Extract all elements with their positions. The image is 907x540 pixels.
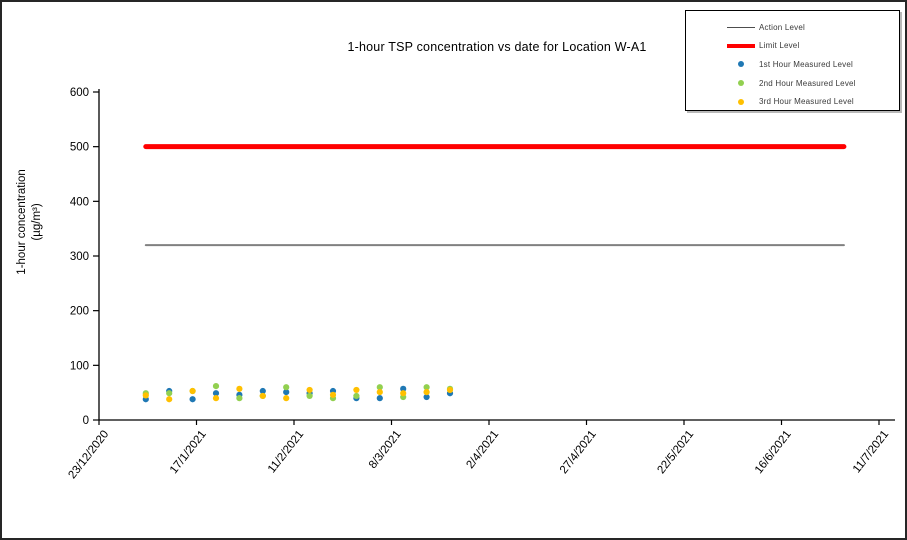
data-point-3rd-hour-measured-level — [213, 395, 219, 401]
legend: Action Level Limit Level 1st Hour Measured… — [685, 10, 900, 111]
x-tick-label: 22/5/2021 — [655, 428, 696, 476]
legend-item-1st-hour-measured-level: 1st Hour Measured Level — [686, 55, 899, 74]
y-axis-title-units: (µg/m³) — [30, 137, 45, 307]
data-point-2nd-hour-measured-level — [213, 383, 219, 389]
x-tick-label: 23/12/2020 — [66, 428, 111, 481]
3rd-hour-measured-level-dot-icon — [738, 99, 744, 105]
data-point-3rd-hour-measured-level — [190, 388, 196, 394]
data-point-3rd-hour-measured-level — [166, 396, 172, 402]
y-tick-label: 500 — [70, 142, 89, 154]
data-point-3rd-hour-measured-level — [260, 393, 266, 399]
data-point-2nd-hour-measured-level — [166, 390, 172, 396]
legend-label: 1st Hour Measured Level — [759, 60, 853, 69]
data-point-3rd-hour-measured-level — [353, 387, 359, 393]
limit-level-line-icon — [727, 44, 755, 48]
1st-hour-measured-level-swatch-icon — [726, 61, 756, 67]
x-tick-label: 16/6/2021 — [753, 428, 794, 476]
data-point-1st-hour-measured-level — [377, 395, 383, 401]
1st-hour-measured-level-dot-icon — [738, 61, 744, 67]
action-level-line-icon — [727, 27, 755, 28]
data-point-3rd-hour-measured-level — [400, 390, 406, 396]
3rd-hour-measured-level-swatch-icon — [726, 99, 756, 105]
legend-item-3rd-hour-measured-level: 3rd Hour Measured Level — [686, 92, 899, 111]
data-point-2nd-hour-measured-level — [307, 393, 313, 399]
legend-item-2nd-hour-measured-level: 2nd Hour Measured Level — [686, 74, 899, 93]
data-point-3rd-hour-measured-level — [424, 389, 430, 395]
limit-level-swatch-icon — [726, 44, 756, 48]
y-axis-title-line1: 1-hour concentration — [15, 137, 30, 307]
data-point-3rd-hour-measured-level — [283, 395, 289, 401]
2nd-hour-measured-level-swatch-icon — [726, 80, 756, 86]
x-tick-label: 17/1/2021 — [168, 428, 209, 476]
data-point-3rd-hour-measured-level — [143, 392, 149, 398]
legend-item-action-level: Action Level — [686, 18, 899, 37]
data-point-3rd-hour-measured-level — [447, 387, 453, 393]
x-tick-label: 27/4/2021 — [558, 428, 599, 476]
y-tick-label: 0 — [83, 415, 89, 427]
data-point-3rd-hour-measured-level — [307, 387, 313, 393]
legend-label: Action Level — [759, 23, 805, 32]
data-point-3rd-hour-measured-level — [236, 386, 242, 392]
chart-window: 0 100 200 300 400 500 600 23/12/2020 17/1/2021 11… — [0, 0, 907, 540]
y-axis-title: 1-hour concentration (µg/m³) — [15, 137, 45, 307]
y-tick-label: 100 — [70, 360, 89, 372]
data-point-2nd-hour-measured-level — [353, 393, 359, 399]
data-point-1st-hour-measured-level — [190, 396, 196, 402]
2nd-hour-measured-level-dot-icon — [738, 80, 744, 86]
y-tick-label: 300 — [70, 251, 89, 263]
data-point-3rd-hour-measured-level — [330, 392, 336, 398]
legend-label: 3rd Hour Measured Level — [759, 97, 854, 106]
legend-label: 2nd Hour Measured Level — [759, 79, 856, 88]
action-level-swatch-icon — [726, 27, 756, 28]
x-tick-label: 11/2/2021 — [266, 428, 306, 475]
data-point-2nd-hour-measured-level — [236, 395, 242, 401]
y-tick-label: 200 — [70, 306, 89, 318]
y-tick-label: 600 — [70, 87, 89, 99]
x-tick-label: 8/3/2021 — [367, 428, 404, 471]
y-tick-label: 400 — [70, 196, 89, 208]
data-point-2nd-hour-measured-level — [283, 384, 289, 390]
legend-label: Limit Level — [759, 41, 799, 50]
x-tick-label: 2/4/2021 — [464, 428, 501, 471]
x-tick-label: 11/7/2021 — [851, 428, 891, 475]
data-point-3rd-hour-measured-level — [377, 389, 383, 395]
legend-item-limit-level: Limit Level — [686, 37, 899, 56]
